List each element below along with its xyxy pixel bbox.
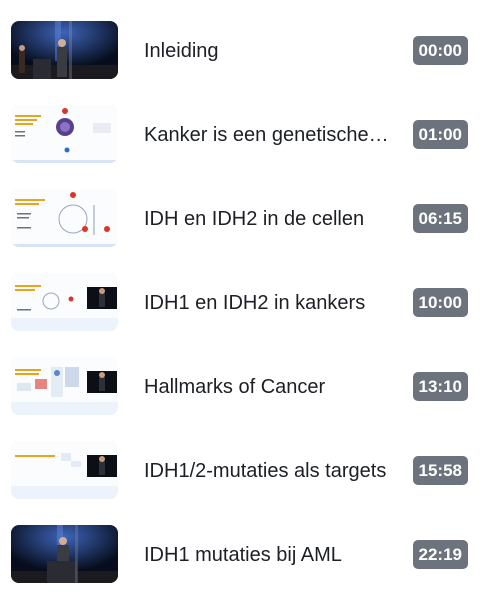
slide-thumbnail-image <box>11 357 118 415</box>
chapter-title: IDH en IDH2 in de cellen <box>144 208 365 230</box>
chapter-title: IDH1 en IDH2 in kankers <box>144 292 366 314</box>
chapter-item[interactable]: IDH1 mutaties bij AML 22:19 <box>0 508 489 592</box>
chapter-timestamp-badge: 13:10 <box>412 372 468 401</box>
chapter-thumbnail <box>11 525 118 583</box>
chapter-item[interactable]: Inleiding 00:00 <box>0 4 489 88</box>
stage-thumbnail-image <box>11 525 118 583</box>
slide-thumbnail-image <box>11 441 118 499</box>
chapter-timestamp-badge: 15:58 <box>412 456 468 485</box>
chapter-item[interactable]: IDH1/2-mutaties als targets 15:58 <box>0 424 489 508</box>
stage-thumbnail-image <box>11 21 118 79</box>
chapter-thumbnail <box>11 105 118 163</box>
chapter-timestamp-badge: 00:00 <box>412 36 468 65</box>
slide-thumbnail-image <box>11 189 118 247</box>
chapter-list: Inleiding 00:00 Kanker is een genetische… <box>0 0 489 592</box>
chapter-title: Hallmarks of Cancer <box>144 376 326 398</box>
chapter-thumbnail <box>11 441 118 499</box>
chapter-title: IDH1 mutaties bij AML <box>144 544 342 566</box>
slide-thumbnail-image <box>11 105 118 163</box>
chapter-timestamp-badge: 22:19 <box>412 540 468 569</box>
chapter-title: Kanker is een genetische ziekte <box>144 124 389 146</box>
chapter-item[interactable]: Hallmarks of Cancer 13:10 <box>0 340 489 424</box>
chapter-timestamp-badge: 06:15 <box>412 204 468 233</box>
slide-thumbnail-image <box>11 273 118 331</box>
chapter-item[interactable]: IDH en IDH2 in de cellen 06:15 <box>0 172 489 256</box>
chapter-thumbnail <box>11 189 118 247</box>
chapter-timestamp-badge: 10:00 <box>412 288 468 317</box>
chapter-item[interactable]: IDH1 en IDH2 in kankers 10:00 <box>0 256 489 340</box>
chapter-thumbnail <box>11 273 118 331</box>
chapter-item[interactable]: Kanker is een genetische ziekte 01:00 <box>0 88 489 172</box>
chapter-timestamp-badge: 01:00 <box>412 120 468 149</box>
chapter-title: Inleiding <box>144 40 219 62</box>
chapter-thumbnail <box>11 21 118 79</box>
chapter-title: IDH1/2-mutaties als targets <box>144 460 387 482</box>
chapter-thumbnail <box>11 357 118 415</box>
